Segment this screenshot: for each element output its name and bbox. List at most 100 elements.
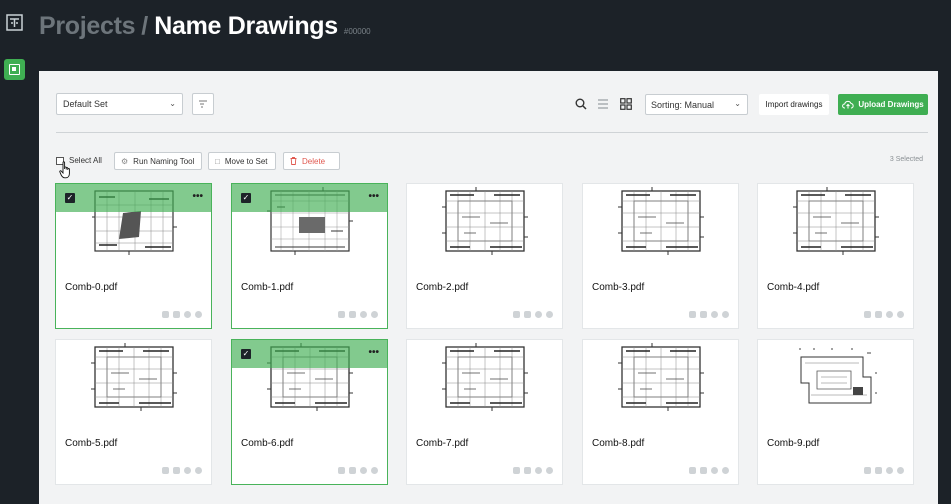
- preview-icon[interactable]: [722, 311, 729, 318]
- drawing-card[interactable]: ✓ ••• Comb-6.pdf: [232, 340, 387, 484]
- check-icon[interactable]: ✓: [65, 193, 75, 203]
- breadcrumb: Projects / Name Drawings #00000: [39, 12, 371, 46]
- info-icon[interactable]: [535, 311, 542, 318]
- import-drawings-button[interactable]: Import drawings: [759, 94, 829, 115]
- sheet-icon[interactable]: [689, 467, 696, 474]
- sheet-icon[interactable]: [338, 467, 345, 474]
- info-icon[interactable]: [711, 467, 718, 474]
- logo-icon[interactable]: [6, 14, 23, 31]
- page-title: Name Drawings: [154, 12, 338, 40]
- move-to-set-button[interactable]: □ Move to Set: [208, 152, 276, 170]
- drawing-card[interactable]: ✓ ••• Comb-0.pdf: [56, 184, 211, 328]
- preview-icon[interactable]: [195, 311, 202, 318]
- more-icon[interactable]: [349, 311, 356, 318]
- more-icon[interactable]: •••: [368, 347, 379, 358]
- check-icon[interactable]: ✓: [241, 349, 251, 359]
- drawings-nav-button[interactable]: [4, 59, 25, 80]
- drawing-card[interactable]: Comb-2.pdf: [407, 184, 562, 328]
- sheet-icon[interactable]: [338, 311, 345, 318]
- sorting-select[interactable]: Sorting: Manual ⌄: [645, 94, 748, 115]
- card-actions: [338, 311, 378, 318]
- search-icon[interactable]: [575, 98, 587, 110]
- card-actions: [689, 467, 729, 474]
- info-icon[interactable]: [184, 311, 191, 318]
- set-select[interactable]: Default Set ⌄: [56, 93, 183, 115]
- drawing-card[interactable]: ✓ ••• Comb-1.pdf: [232, 184, 387, 328]
- card-actions: [689, 311, 729, 318]
- more-icon[interactable]: [524, 311, 531, 318]
- sheet-icon[interactable]: [162, 311, 169, 318]
- info-icon[interactable]: [711, 311, 718, 318]
- divider: [56, 132, 928, 133]
- drawing-thumbnail[interactable]: [407, 184, 562, 270]
- info-icon[interactable]: [184, 467, 191, 474]
- floor-plan-image: [441, 343, 528, 411]
- card-actions: [162, 311, 202, 318]
- preview-icon[interactable]: [371, 311, 378, 318]
- drawing-name: Comb-3.pdf: [592, 282, 645, 293]
- drawing-thumbnail[interactable]: [758, 340, 913, 426]
- info-icon[interactable]: [360, 311, 367, 318]
- breadcrumb-projects-link[interactable]: Projects: [39, 12, 136, 41]
- drawing-name: Comb-0.pdf: [65, 282, 118, 293]
- more-icon[interactable]: [875, 467, 882, 474]
- sheet-icon[interactable]: [689, 311, 696, 318]
- more-icon[interactable]: [700, 467, 707, 474]
- preview-icon[interactable]: [897, 467, 904, 474]
- preview-icon[interactable]: [722, 467, 729, 474]
- drawing-name: Comb-1.pdf: [241, 282, 294, 293]
- drawing-name: Comb-6.pdf: [241, 438, 294, 449]
- card-actions: [864, 311, 904, 318]
- more-icon[interactable]: [700, 311, 707, 318]
- more-icon[interactable]: [524, 467, 531, 474]
- drawing-thumbnail[interactable]: [56, 340, 211, 426]
- more-icon[interactable]: [349, 467, 356, 474]
- drawing-card[interactable]: Comb-4.pdf: [758, 184, 913, 328]
- run-naming-tool-button[interactable]: ⚙ Run Naming Tool: [114, 152, 202, 170]
- drawing-card[interactable]: Comb-5.pdf: [56, 340, 211, 484]
- chevron-down-icon: ⌄: [169, 99, 176, 108]
- more-icon[interactable]: [875, 311, 882, 318]
- preview-icon[interactable]: [546, 311, 553, 318]
- preview-icon[interactable]: [546, 467, 553, 474]
- drawing-card[interactable]: Comb-8.pdf: [583, 340, 738, 484]
- more-icon[interactable]: •••: [368, 191, 379, 202]
- preview-icon[interactable]: [371, 467, 378, 474]
- preview-icon[interactable]: [195, 467, 202, 474]
- more-icon[interactable]: [173, 467, 180, 474]
- drawing-thumbnail[interactable]: [583, 184, 738, 270]
- info-icon[interactable]: [535, 467, 542, 474]
- sheet-icon[interactable]: [162, 467, 169, 474]
- set-select-value: Default Set: [63, 99, 108, 109]
- check-icon[interactable]: ✓: [241, 193, 251, 203]
- drawing-card[interactable]: Comb-7.pdf: [407, 340, 562, 484]
- more-icon[interactable]: •••: [192, 191, 203, 202]
- grid-view-icon[interactable]: [620, 98, 632, 110]
- drawing-thumbnail[interactable]: [583, 340, 738, 426]
- drawing-card[interactable]: Comb-3.pdf: [583, 184, 738, 328]
- sheet-icon[interactable]: [513, 311, 520, 318]
- info-icon[interactable]: [886, 311, 893, 318]
- select-all-label[interactable]: Select All: [69, 156, 102, 165]
- drawing-name: Comb-5.pdf: [65, 438, 118, 449]
- drawing-thumbnail[interactable]: [407, 340, 562, 426]
- trash-icon: [290, 157, 297, 165]
- card-actions: [513, 311, 553, 318]
- preview-icon[interactable]: [897, 311, 904, 318]
- drawing-thumbnail[interactable]: [758, 184, 913, 270]
- more-icon[interactable]: [173, 311, 180, 318]
- delete-button[interactable]: Delete: [283, 152, 340, 170]
- sheet-icon[interactable]: [864, 311, 871, 318]
- card-actions: [864, 467, 904, 474]
- info-icon[interactable]: [886, 467, 893, 474]
- filter-icon: [199, 100, 207, 108]
- upload-drawings-button[interactable]: Upload Drawings: [838, 94, 928, 115]
- info-icon[interactable]: [360, 467, 367, 474]
- upload-drawings-label: Upload Drawings: [858, 100, 924, 109]
- sheet-icon[interactable]: [513, 467, 520, 474]
- sheet-icon[interactable]: [864, 467, 871, 474]
- drawing-card[interactable]: Comb-9.pdf: [758, 340, 913, 484]
- filter-button[interactable]: [192, 93, 214, 115]
- list-view-icon[interactable]: [597, 98, 609, 110]
- floor-plan-image: [617, 187, 704, 255]
